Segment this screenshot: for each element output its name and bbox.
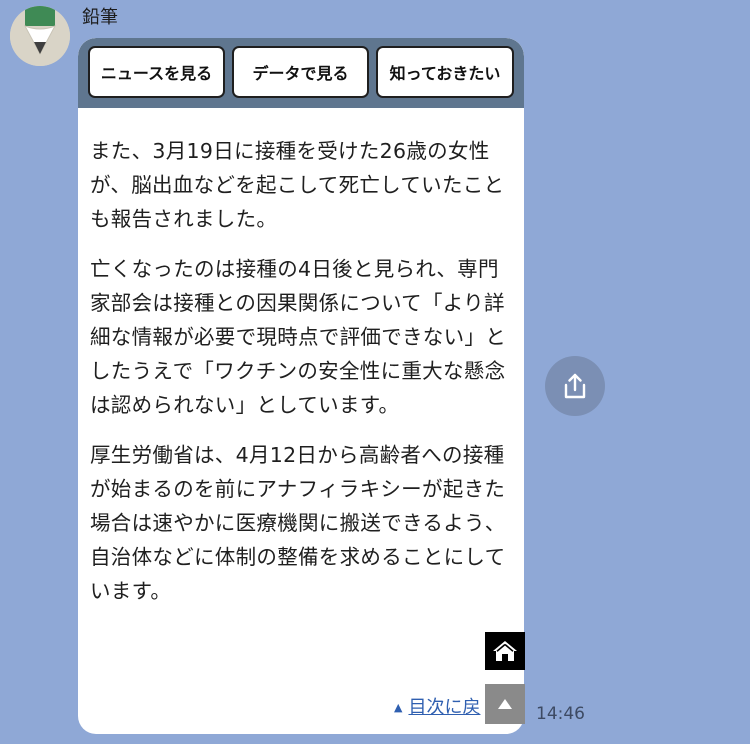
share-icon — [564, 373, 586, 399]
message-bubble: ニュースを見る データで見る 知っておきたい また、3月19日に接種を受けた26… — [78, 38, 524, 734]
paragraph-2: 亡くなったのは接種の4日後と見られ、専門家部会は接種との因果関係について「より詳… — [90, 257, 506, 417]
back-to-top-button[interactable] — [485, 684, 525, 724]
arrow-up-icon — [498, 699, 512, 709]
avatar[interactable] — [10, 6, 70, 66]
paragraph-1: また、3月19日に接種を受けた26歳の女性が、脳出血などを起こして死亡していたこ… — [90, 139, 505, 231]
message-timestamp: 14:46 — [536, 704, 585, 724]
share-button[interactable] — [545, 356, 605, 416]
message-body: また、3月19日に接種を受けた26歳の女性が、脳出血などを起こして死亡していたこ… — [90, 134, 514, 624]
action-bar: ニュースを見る データで見る 知っておきたい — [78, 38, 524, 108]
home-button[interactable] — [485, 632, 525, 670]
data-button[interactable]: データで見る — [232, 46, 369, 98]
good-to-know-button[interactable]: 知っておきたい — [376, 46, 514, 98]
toc-link-label: 目次に戻 — [408, 697, 481, 718]
paragraph-3: 厚生労働省は、4月12日から高齢者への接種が始まるのを前にアナフィラキシーが起き… — [90, 443, 506, 603]
toc-link[interactable]: ▲ 目次に戻 — [394, 696, 480, 720]
pencil-avatar-icon — [10, 6, 70, 66]
news-button[interactable]: ニュースを見る — [88, 46, 225, 98]
home-icon — [493, 641, 517, 661]
sender-name: 鉛筆 — [82, 7, 118, 28]
triangle-up-icon: ▲ — [394, 701, 403, 714]
